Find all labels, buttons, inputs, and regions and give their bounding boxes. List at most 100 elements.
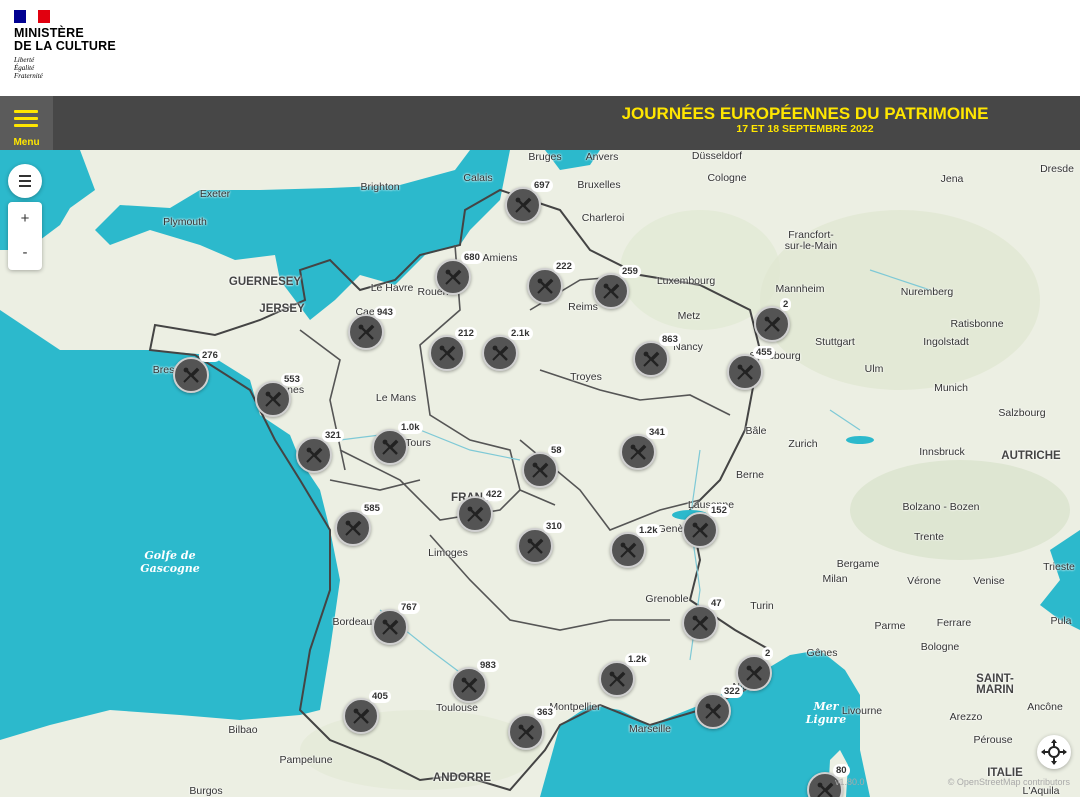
place-label-metz: Metz [677, 310, 701, 322]
event-banner: Menu JOURNÉES EUROPÉENNES DU PATRIMOINE … [0, 96, 1080, 150]
cluster-count: 2 [780, 298, 792, 311]
version-label: v1.80.0 [835, 777, 865, 787]
place-label-dusseldorf: Düsseldorf [691, 150, 743, 162]
place-label-andorre: ANDORRE [432, 772, 492, 784]
sea-label-golfe: Golfe de Gascogne [140, 549, 200, 575]
cluster-marker[interactable]: 943 [348, 306, 396, 350]
place-label-ferrare: Ferrare [936, 617, 972, 629]
tools-icon [518, 724, 535, 740]
place-label-reims: Reims [568, 301, 598, 313]
cluster-marker[interactable]: 310 [517, 520, 565, 564]
cluster-count: 405 [369, 690, 391, 703]
tools-icon [467, 506, 484, 522]
place-label-bordeaux: Bordeaux [332, 616, 378, 628]
place-label-bologne: Bologne [920, 641, 960, 653]
cluster-marker[interactable]: 585 [335, 502, 383, 546]
cluster-marker[interactable]: 983 [451, 659, 499, 703]
motto-liberte: Liberté [14, 56, 35, 64]
place-label-bruxelles: Bruxelles [577, 179, 621, 191]
cluster-count: 863 [659, 333, 681, 346]
cluster-marker[interactable]: 363 [508, 706, 556, 750]
place-label-exeter: Exeter [199, 188, 231, 200]
cluster-marker[interactable]: 276 [173, 349, 221, 393]
tools-icon [306, 447, 323, 463]
cluster-marker[interactable]: 767 [372, 601, 420, 645]
place-label-turin: Turin [750, 600, 774, 612]
cluster-marker[interactable]: 2 [736, 647, 774, 691]
cluster-marker[interactable]: 47 [682, 597, 725, 641]
menu-button[interactable]: Menu [0, 96, 53, 150]
tools-icon [527, 538, 544, 554]
layers-button[interactable] [8, 164, 42, 198]
tools-icon [461, 677, 478, 693]
place-label-dresde: Dresde [1040, 163, 1074, 175]
place-label-anvers: Anvers [585, 151, 619, 163]
event-title: JOURNÉES EUROPÉENNES DU PATRIMOINE [621, 104, 989, 123]
tools-icon [445, 269, 462, 285]
cluster-count: 680 [461, 251, 483, 264]
cluster-marker[interactable]: 405 [343, 690, 391, 734]
cluster-marker[interactable]: 341 [620, 426, 668, 470]
cluster-marker[interactable]: 58 [522, 444, 565, 488]
sea-label-ligure: Mer Ligure [805, 700, 847, 726]
place-label-bolzano: Bolzano - Bozen [902, 501, 980, 513]
motto-egalite: Égalité [14, 64, 35, 72]
cluster-marker[interactable]: 680 [435, 251, 483, 295]
cluster-marker[interactable]: 1.0k [372, 421, 423, 465]
cluster-marker[interactable]: 422 [457, 488, 505, 532]
cluster-marker[interactable]: 259 [593, 265, 641, 309]
cluster-marker[interactable]: 1.2k [599, 653, 650, 697]
cluster-marker[interactable]: 2.1k [482, 327, 533, 371]
place-label-calais: Calais [463, 172, 493, 184]
tools-icon [532, 462, 549, 478]
place-label-lehavre: Le Havre [370, 282, 414, 294]
tools-icon [620, 542, 637, 558]
place-label-ulm: Ulm [864, 363, 884, 375]
hamburger-icon [14, 110, 38, 131]
motto-fraternite: Fraternité [14, 72, 43, 80]
zoom-in-button[interactable]: + [8, 202, 42, 236]
place-label-marseille: Marseille [628, 723, 672, 735]
cluster-count: 767 [398, 601, 420, 614]
place-label-munich: Munich [934, 382, 968, 394]
cluster-marker[interactable]: 455 [727, 346, 775, 390]
zoom-out-button[interactable]: - [8, 236, 42, 270]
map-attribution[interactable]: © OpenStreetMap contributors [948, 777, 1070, 787]
place-label-ancone: Ancône [1027, 701, 1063, 713]
place-label-grenoble: Grenoble [645, 593, 689, 605]
cluster-marker[interactable]: 321 [296, 429, 344, 473]
cluster-count: 1.2k [625, 653, 650, 666]
place-label-plymouth: Plymouth [163, 216, 207, 228]
place-label-bale: Bâle [745, 425, 767, 437]
ministere-logo[interactable]: MINISTÈRE DE LA CULTURE Liberté Égalité … [14, 10, 134, 90]
cluster-marker[interactable]: 863 [633, 333, 681, 377]
cluster-count: 585 [361, 502, 383, 515]
cluster-count: 322 [721, 685, 743, 698]
place-label-berne: Berne [735, 469, 765, 481]
place-label-genes: Gênes [806, 647, 838, 659]
tools-icon [746, 665, 763, 681]
tools-icon [382, 619, 399, 635]
cluster-marker[interactable]: 553 [255, 373, 303, 417]
tools-icon [537, 278, 554, 294]
cluster-marker[interactable]: 697 [505, 179, 553, 223]
map-canvas[interactable]: Bruges Anvers Düsseldorf Dresde Exeter Bright… [0, 150, 1080, 797]
locate-button[interactable] [1037, 735, 1071, 769]
cluster-count: 80 [833, 764, 850, 777]
cluster-marker[interactable]: 212 [429, 327, 477, 371]
cluster-marker[interactable]: 2 [754, 298, 792, 342]
cluster-marker[interactable]: 152 [682, 504, 730, 548]
tools-icon [358, 324, 375, 340]
place-label-arezzo: Arezzo [949, 711, 983, 723]
cluster-count: 47 [708, 597, 725, 610]
tools-icon [492, 345, 509, 361]
cluster-marker[interactable]: 1.2k [610, 524, 661, 568]
cluster-count: 2 [762, 647, 774, 660]
cluster-marker[interactable]: 322 [695, 685, 743, 729]
tools-icon [603, 283, 620, 299]
cluster-marker[interactable]: 222 [527, 260, 575, 304]
place-label-milan: Milan [822, 573, 848, 585]
tools-icon [515, 197, 532, 213]
menu-label: Menu [13, 137, 40, 148]
place-label-trieste: Trieste [1043, 561, 1075, 573]
